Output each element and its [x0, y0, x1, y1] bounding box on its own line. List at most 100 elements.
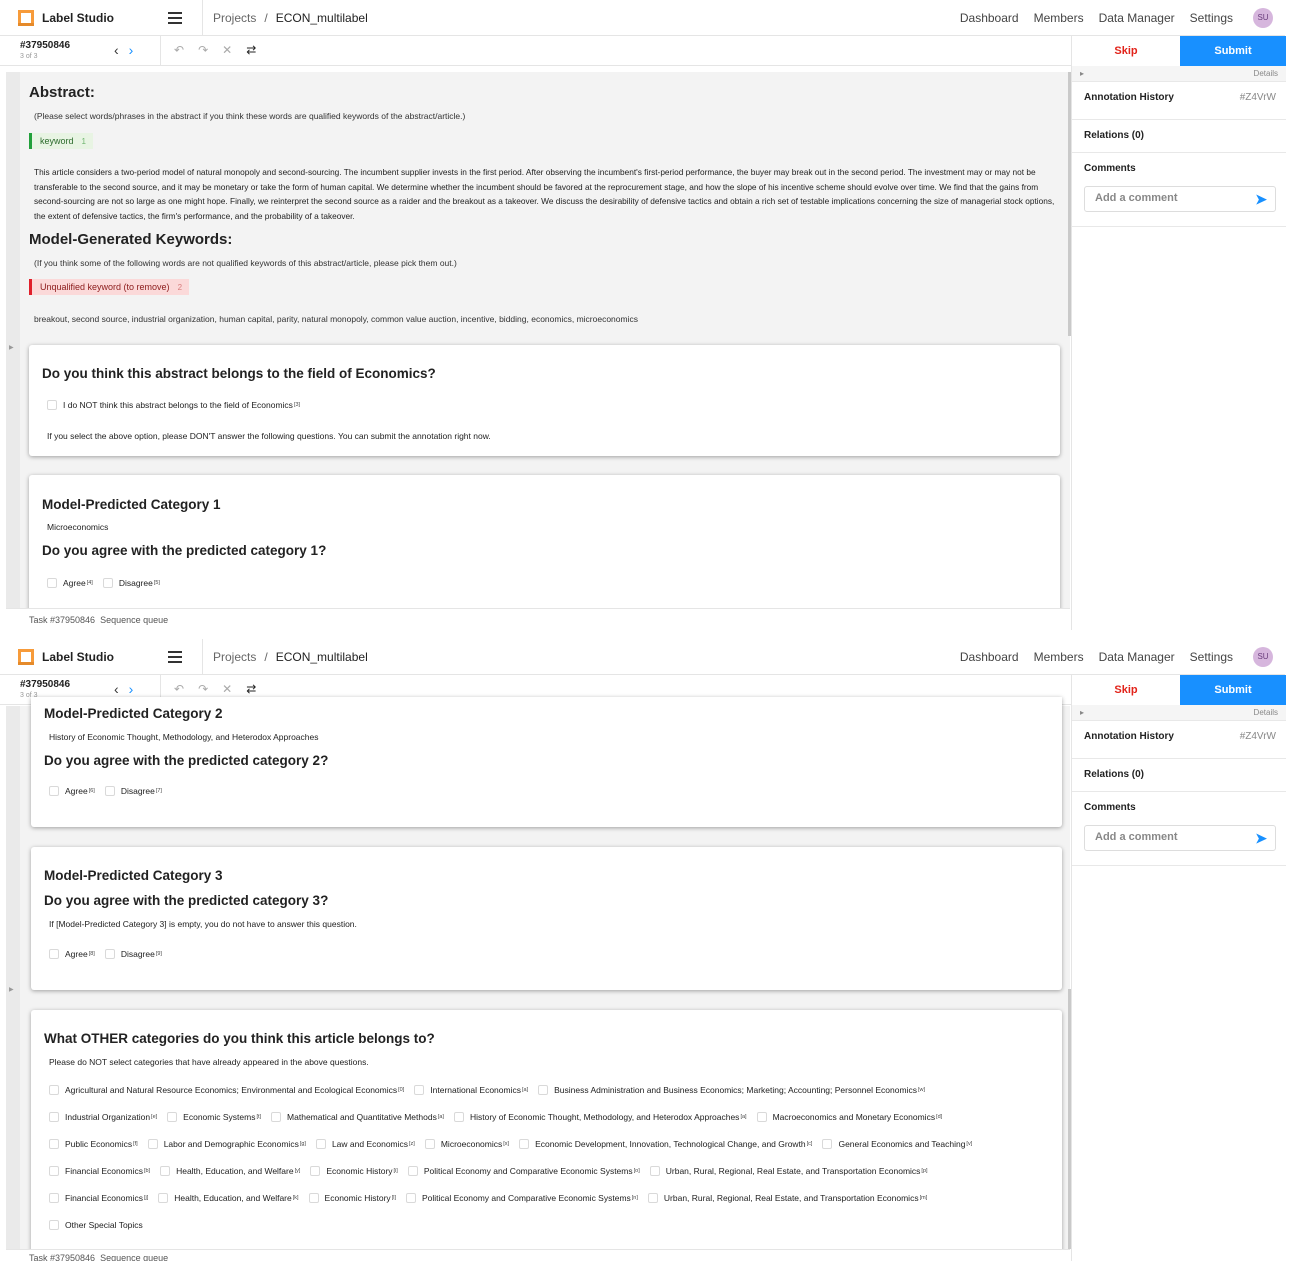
category-checkbox[interactable]: Business Administration and Business Eco…	[538, 1085, 925, 1095]
checkbox-box[interactable]	[308, 1193, 319, 1203]
nav-data-manager[interactable]: Data Manager	[1099, 650, 1175, 664]
category-checkbox[interactable]: Labor and Demographic Economics [g]	[147, 1139, 306, 1149]
checkbox-box[interactable]	[756, 1112, 767, 1122]
category-checkbox[interactable]: Economic Development, Innovation, Techno…	[519, 1139, 812, 1149]
category-checkbox[interactable]: General Economics and Teaching [v]	[822, 1139, 972, 1149]
prev-task-icon[interactable]: ‹	[114, 42, 119, 58]
unqualified-keyword-label[interactable]: Unqualified keyword (to remove) 2	[29, 279, 190, 295]
checkbox-box[interactable]	[49, 1139, 59, 1149]
category-checkbox[interactable]: Financial Economics [b]	[49, 1166, 150, 1176]
send-icon[interactable]: ➤	[1255, 191, 1267, 208]
category-checkbox[interactable]: History of Economic Thought, Methodology…	[453, 1112, 747, 1122]
app-logo[interactable]: Label Studio	[18, 648, 168, 665]
category-checkbox[interactable]: International Economics [a]	[414, 1085, 528, 1095]
category-checkbox[interactable]: Other Special Topics	[49, 1220, 143, 1230]
category-checkbox[interactable]: Political Economy and Comparative Econom…	[407, 1166, 640, 1176]
category-checkbox[interactable]: Agricultural and Natural Resource Econom…	[49, 1085, 404, 1095]
category-checkbox[interactable]: Law and Economics [z]	[315, 1139, 415, 1149]
relations-section[interactable]: Relations (0)	[1072, 120, 1286, 153]
disagree-checkbox[interactable]: Disagree [9]	[104, 949, 162, 959]
checkbox-box[interactable]	[167, 1112, 178, 1122]
checkbox-box[interactable]	[647, 1193, 658, 1203]
scrollbar[interactable]	[1068, 989, 1071, 1249]
category-checkbox[interactable]: Financial Economics [j]	[49, 1193, 148, 1203]
category-checkbox[interactable]: Economic Systems [t]	[167, 1112, 261, 1122]
breadcrumb-projects[interactable]: Projects	[213, 11, 256, 25]
disagree-checkbox[interactable]: Disagree [7]	[104, 786, 162, 796]
nav-dashboard[interactable]: Dashboard	[960, 650, 1019, 664]
nav-data-manager[interactable]: Data Manager	[1099, 11, 1175, 25]
keywords-list[interactable]: breakout, second source, industrial orga…	[34, 314, 638, 324]
category-checkbox[interactable]: Economic History [i]	[310, 1166, 398, 1176]
category-checkbox[interactable]: Public Economics [f]	[49, 1139, 138, 1149]
abstract-text[interactable]: This article considers a two-period mode…	[34, 165, 1064, 223]
checkbox-box[interactable]	[310, 1166, 321, 1176]
clear-icon[interactable]: ✕	[222, 43, 232, 57]
scrollbar[interactable]	[1068, 72, 1071, 336]
menu-icon[interactable]	[168, 11, 182, 24]
agree-checkbox[interactable]: Agree [6]	[49, 786, 95, 796]
checkbox-box[interactable]	[453, 1112, 464, 1122]
details-toggle[interactable]: ▸ Details	[1072, 66, 1286, 82]
nav-settings[interactable]: Settings	[1190, 11, 1233, 25]
agree-checkbox[interactable]: Agree [8]	[49, 949, 95, 959]
details-toggle[interactable]: ▸ Details	[1072, 705, 1286, 721]
swap-icon[interactable]: ⇄	[246, 43, 256, 57]
submit-button[interactable]: Submit	[1180, 36, 1286, 66]
undo-icon[interactable]: ↶	[174, 43, 184, 57]
breadcrumb-project[interactable]: ECON_multilabel	[276, 650, 368, 664]
checkbox-box[interactable]	[49, 1220, 59, 1230]
annotation-history[interactable]: Annotation History #Z4VrW	[1072, 721, 1286, 759]
avatar[interactable]: SU	[1253, 646, 1273, 667]
category-checkbox[interactable]: Economic History [l]	[308, 1193, 396, 1203]
left-gutter[interactable]: ▶	[6, 706, 20, 1249]
keyword-label[interactable]: keyword 1	[29, 133, 93, 149]
category-checkbox[interactable]: Macroeconomics and Monetary Economics [d]	[756, 1112, 942, 1122]
category-checkbox[interactable]: Health, Education, and Welfare [k]	[158, 1193, 299, 1203]
category-checkbox[interactable]: Health, Education, and Welfare [y]	[160, 1166, 300, 1176]
app-logo[interactable]: Label Studio	[18, 9, 168, 26]
checkbox-box[interactable]	[271, 1112, 282, 1122]
clear-icon[interactable]: ✕	[222, 682, 232, 696]
checkbox-box[interactable]	[158, 1193, 169, 1203]
checkbox-box[interactable]	[49, 1085, 59, 1095]
skip-button[interactable]: Skip	[1072, 675, 1180, 705]
left-gutter[interactable]: ▶	[6, 72, 20, 608]
avatar[interactable]: SU	[1253, 7, 1273, 28]
breadcrumb-projects[interactable]: Projects	[213, 650, 256, 664]
redo-icon[interactable]: ↷	[198, 682, 208, 696]
relations-section[interactable]: Relations (0)	[1072, 759, 1286, 792]
checkbox-box[interactable]	[147, 1139, 158, 1149]
checkbox-box[interactable]	[407, 1166, 418, 1176]
checkbox-box[interactable]	[160, 1166, 171, 1176]
disagree-checkbox[interactable]: Disagree [5]	[102, 578, 160, 588]
nav-dashboard[interactable]: Dashboard	[960, 11, 1019, 25]
checkbox-box[interactable]	[315, 1139, 326, 1149]
checkbox-box[interactable]	[414, 1085, 425, 1095]
next-task-icon[interactable]: ›	[129, 42, 134, 58]
category-checkbox[interactable]: Urban, Rural, Regional, Real Estate, and…	[649, 1166, 928, 1176]
checkbox-box[interactable]	[424, 1139, 435, 1149]
nav-members[interactable]: Members	[1034, 11, 1084, 25]
annotation-history[interactable]: Annotation History #Z4VrW	[1072, 82, 1286, 120]
nav-members[interactable]: Members	[1034, 650, 1084, 664]
swap-icon[interactable]: ⇄	[246, 682, 256, 696]
checkbox-box[interactable]	[405, 1193, 416, 1203]
skip-button[interactable]: Skip	[1072, 36, 1180, 66]
agree-checkbox[interactable]: Agree [4]	[47, 578, 93, 588]
category-checkbox[interactable]: Microeconomics [x]	[424, 1139, 509, 1149]
checkbox-box[interactable]	[519, 1139, 530, 1149]
prev-task-icon[interactable]: ‹	[114, 681, 119, 697]
undo-icon[interactable]: ↶	[174, 682, 184, 696]
menu-icon[interactable]	[168, 650, 182, 663]
checkbox-box[interactable]	[49, 1166, 59, 1176]
checkbox-box[interactable]	[538, 1085, 549, 1095]
checkbox-box[interactable]	[649, 1166, 660, 1176]
checkbox-box[interactable]	[49, 1112, 59, 1122]
category-checkbox[interactable]: Urban, Rural, Regional, Real Estate, and…	[647, 1193, 927, 1203]
checkbox-box[interactable]	[49, 1193, 59, 1203]
send-icon[interactable]: ➤	[1255, 830, 1267, 847]
comment-input[interactable]: Add a comment ➤	[1084, 825, 1276, 851]
category-checkbox[interactable]: Industrial Organization [e]	[49, 1112, 157, 1122]
not-economics-checkbox[interactable]: I do NOT think this abstract belongs to …	[47, 400, 300, 410]
